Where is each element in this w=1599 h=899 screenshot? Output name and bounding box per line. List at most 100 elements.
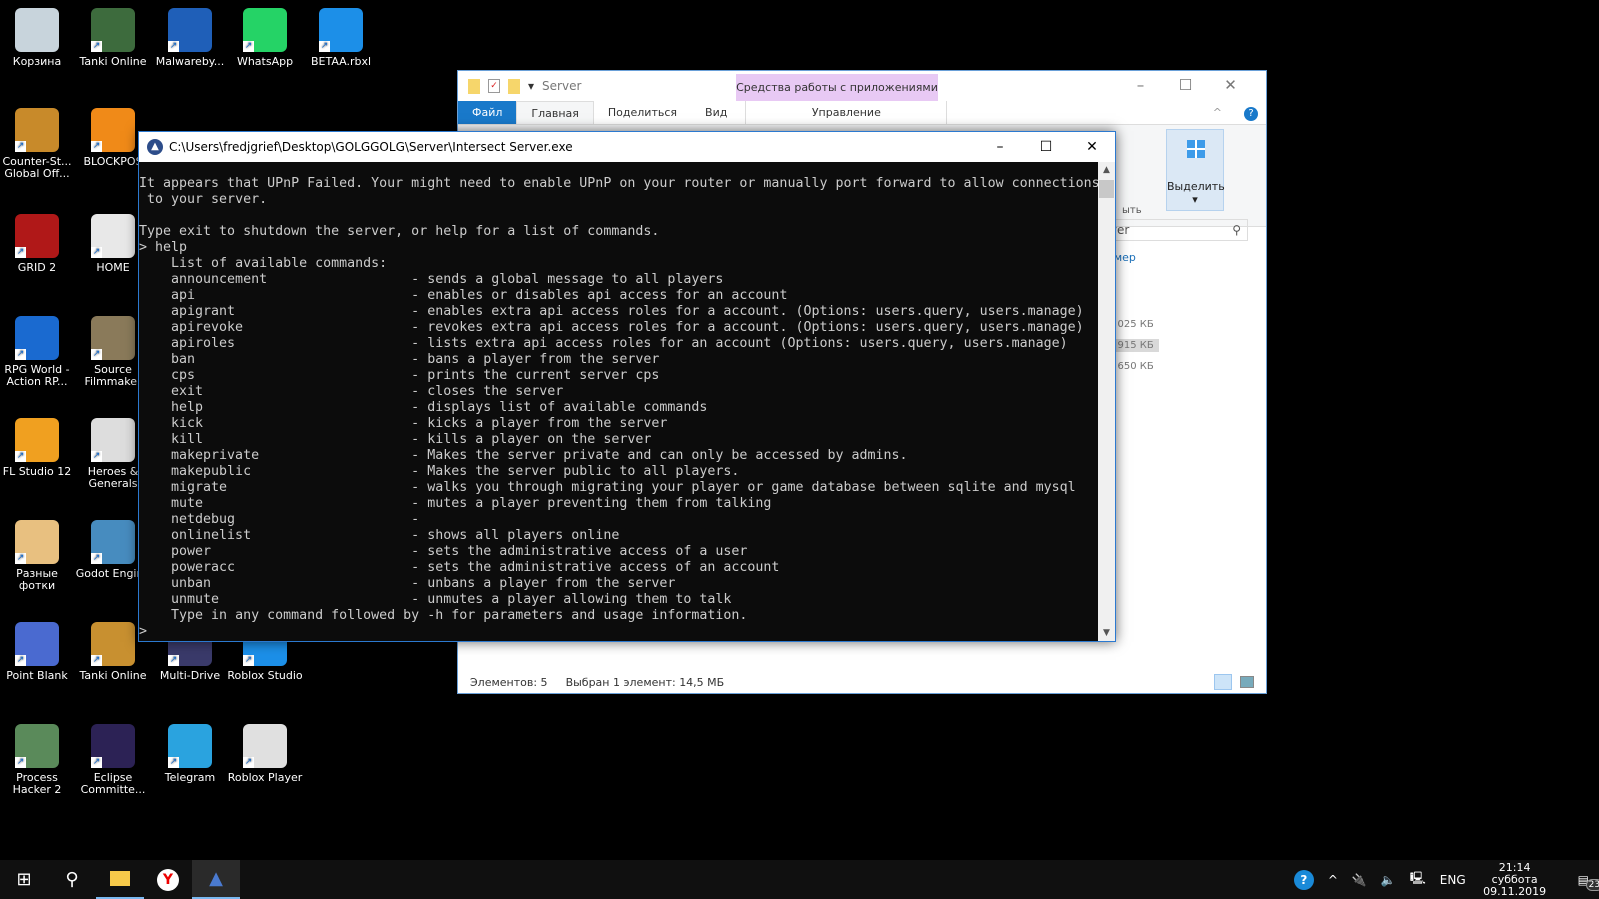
command-row: kick - kicks a player from the server [139, 416, 1099, 432]
folder-icon[interactable] [468, 78, 480, 94]
tab-manage[interactable]: Управление [745, 101, 948, 124]
app-icon: ↗ [168, 8, 212, 52]
shortcut-arrow-icon: ↗ [91, 141, 102, 152]
start-button[interactable]: ⊞ [0, 860, 48, 899]
desktop-icon[interactable]: ↗ Malwareby... [152, 8, 228, 68]
selection-info: Выбран 1 элемент: 14,5 МБ [565, 676, 725, 689]
app-icon: ↗ [91, 8, 135, 52]
desktop-icon[interactable]: ↗ Roblox Player [227, 724, 303, 784]
ribbon-group-label: ыть [1122, 205, 1142, 216]
close-button[interactable]: ✕ [1208, 71, 1253, 101]
desktop-icon-label: Malwareby... [155, 55, 225, 68]
app-icon: ↗ [91, 622, 135, 666]
command-name: ban [171, 352, 196, 367]
desktop-icon-label: Корзина [12, 55, 62, 68]
show-hidden-icons-icon[interactable]: ^ [1328, 873, 1338, 887]
search-button[interactable]: ⚲ [48, 860, 96, 899]
scrollbar-thumb[interactable] [1099, 180, 1114, 198]
collapse-ribbon-icon[interactable]: ^ [1199, 101, 1236, 124]
close-button[interactable]: ✕ [1069, 132, 1115, 162]
new-folder-icon[interactable] [508, 78, 520, 94]
shortcut-arrow-icon: ↗ [91, 41, 102, 52]
command-description: displays list of available commands [427, 400, 708, 415]
taskbar-file-explorer[interactable] [96, 860, 144, 899]
command-name: unmute [171, 592, 220, 607]
scroll-down-icon[interactable]: ▼ [1098, 625, 1115, 641]
details-view-icon[interactable] [1214, 674, 1232, 690]
desktop-icon[interactable]: ↗ Tanki Online [75, 8, 151, 68]
minimize-button[interactable]: – [977, 132, 1023, 162]
command-description: sets the administrative access of an acc… [427, 560, 780, 575]
clock[interactable]: 21:14 суббота 09.11.2019 [1480, 861, 1550, 898]
shortcut-arrow-icon: ↗ [243, 41, 254, 52]
command-name: apirevoke [171, 320, 244, 335]
desktop-icon[interactable]: Корзина [0, 8, 75, 68]
desktop-icon[interactable]: ↗ BETAA.rbxl [303, 8, 379, 68]
desktop-icon[interactable]: ↗ Eclipse Committe... [75, 724, 151, 796]
item-count: Элементов: 5 [470, 676, 548, 689]
shortcut-arrow-icon: ↗ [15, 141, 26, 152]
desktop-icon-label: GRID 2 [17, 261, 57, 274]
desktop-icon[interactable]: ↗ Counter-St... Global Off... [0, 108, 75, 180]
tab-view[interactable]: Вид [691, 101, 741, 124]
maximize-button[interactable]: ☐ [1163, 71, 1208, 101]
desktop-icon-label: Telegram [164, 771, 216, 784]
tab-share[interactable]: Поделиться [594, 101, 691, 124]
shortcut-arrow-icon: ↗ [15, 349, 26, 360]
ribbon-tabs: Файл Главная Поделиться Вид Управление ^… [458, 101, 1266, 125]
app-icon: ↗ [15, 214, 59, 258]
window-title: Server [542, 79, 582, 93]
folder-icon [110, 871, 130, 886]
desktop-icon[interactable]: ↗ Point Blank [0, 622, 75, 682]
help-icon[interactable]: ? [1236, 101, 1266, 124]
desktop-icon[interactable]: ↗ FL Studio 12 [0, 418, 75, 478]
volume-icon[interactable]: 🔈 [1381, 873, 1396, 887]
tab-home[interactable]: Главная [516, 101, 594, 124]
command-row: netdebug - [139, 512, 1099, 528]
command-description: prints the current server cps [427, 368, 660, 383]
app-icon: ↗ [15, 316, 59, 360]
taskbar-intersect-server[interactable]: ▲ [192, 860, 240, 899]
desktop-icon-label: RPG World - Action RP... [4, 363, 70, 388]
search-icon: ⚲ [1232, 223, 1241, 237]
minimize-button[interactable]: – [1118, 71, 1163, 101]
command-description: lists extra api access roles for an acco… [427, 336, 1068, 351]
desktop-icon[interactable]: ↗ WhatsApp [227, 8, 303, 68]
tab-file[interactable]: Файл [458, 101, 517, 124]
command-row: apirevoke - revokes extra api access rol… [139, 320, 1099, 336]
desktop-icon[interactable]: ↗ Разные фотки [0, 520, 75, 592]
customize-chevron-icon[interactable]: ▾ [528, 79, 534, 93]
command-row: exit - closes the server [139, 384, 1099, 400]
app-icon: ↗ [91, 214, 135, 258]
command-description: enables or disables api access for an ac… [427, 288, 788, 303]
scrollbar[interactable]: ▲ ▼ [1098, 162, 1115, 641]
notification-center-button[interactable]: ▤ 23 [1578, 873, 1599, 891]
desktop-icon[interactable]: ↗ Process Hacker 2 [0, 724, 75, 796]
desktop-icon[interactable]: ↗ RPG World - Action RP... [0, 316, 75, 388]
desktop-icon[interactable]: ↗ Telegram [152, 724, 228, 784]
large-icons-view-icon[interactable] [1240, 676, 1254, 688]
app-logo-icon: ▲ [147, 139, 163, 155]
battery-icon[interactable]: 🔌 [1352, 873, 1367, 887]
properties-icon[interactable]: ✓ [488, 79, 500, 93]
command-row: apigrant - enables extra api access role… [139, 304, 1099, 320]
shortcut-arrow-icon: ↗ [15, 655, 26, 666]
desktop-icon[interactable]: ↗ GRID 2 [0, 214, 75, 274]
command-name: exit [171, 384, 204, 399]
taskbar-yandex-browser[interactable]: Y [144, 860, 192, 899]
command-row: unban - unbans a player from the server [139, 576, 1099, 592]
status-bar: Элементов: 5 Выбран 1 элемент: 14,5 МБ [470, 676, 724, 689]
command-name: makeprivate [171, 448, 260, 463]
command-name: power [171, 544, 212, 559]
help-tray-icon[interactable]: ? [1293, 869, 1314, 890]
language-indicator[interactable]: ENG [1440, 873, 1466, 887]
scroll-up-icon[interactable]: ▲ [1098, 162, 1115, 178]
maximize-button[interactable]: ☐ [1023, 132, 1069, 162]
search-input[interactable]: rver ⚲ [1098, 219, 1248, 241]
shortcut-arrow-icon: ↗ [91, 349, 102, 360]
select-button[interactable]: Выделить ▾ [1166, 129, 1225, 211]
network-icon[interactable]: 🖳 [1410, 869, 1426, 890]
console-title-bar: ▲ C:\Users\fredjgrief\Desktop\GOLGGOLG\S… [139, 132, 1115, 162]
command-description: sets the administrative access of a user [427, 544, 748, 559]
app-icon: ↗ [91, 418, 135, 462]
